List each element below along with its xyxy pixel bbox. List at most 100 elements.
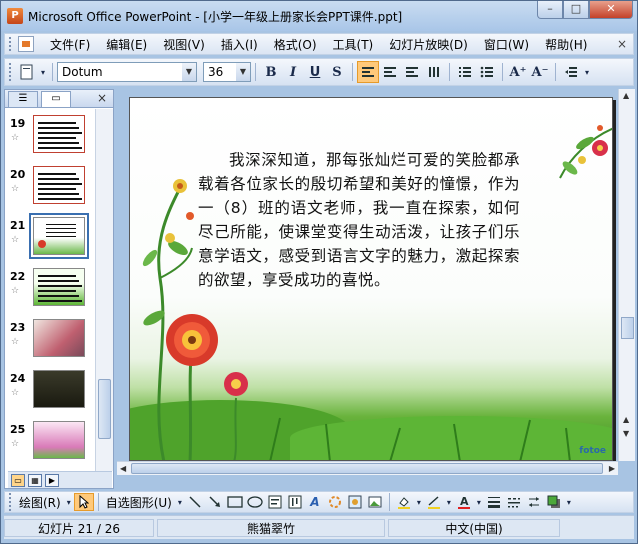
- slide-scrollbar[interactable]: ▲ ▲ ▼: [618, 89, 635, 461]
- toolbar-options-chevron-icon[interactable]: ▾: [38, 61, 48, 83]
- italic-button[interactable]: I: [282, 61, 304, 83]
- chevron-down-icon[interactable]: ▾: [175, 493, 185, 511]
- menu-window[interactable]: 窗口(W): [476, 36, 537, 53]
- transition-star-icon[interactable]: ☆: [11, 133, 19, 143]
- menu-file[interactable]: 文件(F): [42, 36, 98, 53]
- wordart-icon[interactable]: A: [305, 493, 325, 511]
- clip-art-icon[interactable]: [345, 493, 365, 511]
- menu-format[interactable]: 格式(O): [266, 36, 325, 53]
- chevron-down-icon[interactable]: ▾: [444, 493, 454, 511]
- toolbar-options-chevron-icon[interactable]: ▾: [582, 61, 592, 83]
- diagram-icon[interactable]: [325, 493, 345, 511]
- vertical-textbox-tool-icon[interactable]: [285, 493, 305, 511]
- decrease-indent-button[interactable]: [560, 61, 582, 83]
- slide-body-text[interactable]: 我深深知道，那每张灿烂可爱的笑脸都承载着各位家长的殷切希望和美好的憧憬，作为一（…: [198, 148, 520, 292]
- slide-thumbnail-row[interactable]: 22 ☆: [5, 262, 95, 313]
- close-document-icon[interactable]: ×: [617, 37, 627, 51]
- slide-thumbnail-row[interactable]: 21 ☆: [5, 211, 95, 262]
- scroll-thumb[interactable]: [621, 317, 634, 339]
- slide-thumbnail[interactable]: [33, 115, 85, 153]
- current-slide[interactable]: 我深深知道，那每张灿烂可爱的笑脸都承载着各位家长的殷切希望和美好的憧憬，作为一（…: [129, 97, 613, 461]
- line-style-icon[interactable]: [484, 493, 504, 511]
- insert-picture-icon[interactable]: [365, 493, 385, 511]
- chevron-down-icon[interactable]: ▾: [64, 493, 74, 511]
- menu-view[interactable]: 视图(V): [155, 36, 213, 53]
- close-icon[interactable]: ×: [97, 91, 107, 105]
- transition-star-icon[interactable]: ☆: [11, 388, 19, 398]
- font-size-combo[interactable]: ▼: [203, 62, 251, 82]
- textbox-tool-icon[interactable]: [265, 493, 285, 511]
- chevron-down-icon[interactable]: ▾: [414, 493, 424, 511]
- shadow-style-icon[interactable]: [544, 493, 564, 511]
- transition-star-icon[interactable]: ☆: [11, 235, 19, 245]
- transition-star-icon[interactable]: ☆: [11, 184, 19, 194]
- underline-button[interactable]: U: [304, 61, 326, 83]
- bold-button[interactable]: B: [260, 61, 282, 83]
- slide-sorter-view-icon[interactable]: ▦: [28, 473, 42, 487]
- transition-star-icon[interactable]: ☆: [11, 337, 19, 347]
- menu-tools[interactable]: 工具(T): [325, 36, 382, 53]
- slide-thumbnail-row[interactable]: 23 ☆: [5, 313, 95, 364]
- scroll-thumb[interactable]: [98, 379, 111, 439]
- line-color-icon[interactable]: [424, 493, 444, 511]
- slide-thumbnail-row[interactable]: 20 ☆: [5, 160, 95, 211]
- minimize-button[interactable]: –: [537, 1, 563, 19]
- maximize-button[interactable]: □: [563, 1, 589, 19]
- scroll-right-icon[interactable]: ▶: [609, 464, 615, 473]
- shrink-font-button[interactable]: A⁻: [529, 61, 551, 83]
- chevron-down-icon[interactable]: ▾: [474, 493, 484, 511]
- slide-thumbnail-row[interactable]: 19 ☆: [5, 109, 95, 160]
- font-name-combo[interactable]: ▼: [57, 62, 197, 82]
- align-center-button[interactable]: [379, 61, 401, 83]
- close-button[interactable]: ✕: [589, 1, 633, 19]
- slide-thumbnail-row[interactable]: 24 ☆: [5, 364, 95, 415]
- slide-thumbnail[interactable]: [33, 166, 85, 204]
- previous-slide-icon[interactable]: ▲: [623, 415, 629, 424]
- tab-outline[interactable]: ☰: [8, 91, 38, 107]
- align-left-button[interactable]: [357, 61, 379, 83]
- toolbar-grip[interactable]: [9, 63, 12, 81]
- numbering-button[interactable]: [454, 61, 476, 83]
- arrow-style-icon[interactable]: [524, 493, 544, 511]
- slide-thumbnail[interactable]: [29, 213, 89, 259]
- fill-color-icon[interactable]: [394, 493, 414, 511]
- horizontal-scrollbar[interactable]: ◀ ▶: [117, 461, 618, 475]
- menu-grip[interactable]: [9, 37, 12, 51]
- menu-insert[interactable]: 插入(I): [213, 36, 266, 53]
- normal-view-icon[interactable]: ▭: [11, 473, 25, 487]
- arrow-tool-icon[interactable]: [205, 493, 225, 511]
- toolbar-options-chevron-icon[interactable]: ▾: [564, 493, 574, 511]
- powerpoint-app-icon[interactable]: P: [7, 8, 23, 24]
- scroll-left-icon[interactable]: ◀: [120, 464, 126, 473]
- bullets-button[interactable]: [476, 61, 498, 83]
- menu-slideshow[interactable]: 幻灯片放映(D): [381, 36, 476, 53]
- chevron-down-icon[interactable]: ▼: [182, 63, 196, 81]
- font-name-input[interactable]: [58, 65, 196, 79]
- slide-thumbnail[interactable]: [33, 319, 85, 357]
- transition-star-icon[interactable]: ☆: [11, 439, 19, 449]
- slide-thumbnail[interactable]: [33, 268, 85, 306]
- select-pointer-icon[interactable]: [73, 493, 94, 511]
- transition-star-icon[interactable]: ☆: [11, 286, 19, 296]
- line-tool-icon[interactable]: [185, 493, 205, 511]
- next-slide-icon[interactable]: ▼: [623, 429, 629, 438]
- scroll-up-icon[interactable]: ▲: [623, 91, 629, 100]
- document-icon[interactable]: [18, 36, 34, 52]
- slideshow-view-icon[interactable]: ▶: [45, 473, 59, 487]
- draw-menu-button[interactable]: 绘图(R): [16, 494, 64, 511]
- scroll-thumb[interactable]: [131, 463, 603, 474]
- tab-slides[interactable]: ▭: [41, 91, 71, 107]
- vertical-text-button[interactable]: [423, 61, 445, 83]
- menu-help[interactable]: 帮助(H): [537, 36, 595, 53]
- slide-thumbnail[interactable]: [33, 421, 85, 459]
- oval-tool-icon[interactable]: [245, 493, 265, 511]
- thumbnail-scrollbar[interactable]: [95, 109, 113, 471]
- slide-thumbnail[interactable]: [33, 370, 85, 408]
- shadow-button[interactable]: S: [326, 61, 348, 83]
- chevron-down-icon[interactable]: ▼: [236, 63, 250, 81]
- align-right-button[interactable]: [401, 61, 423, 83]
- toolbar-grip[interactable]: [9, 493, 12, 511]
- slide-thumbnail-row[interactable]: 25 ☆: [5, 415, 95, 466]
- new-slide-icon[interactable]: [16, 61, 38, 83]
- dash-style-icon[interactable]: [504, 493, 524, 511]
